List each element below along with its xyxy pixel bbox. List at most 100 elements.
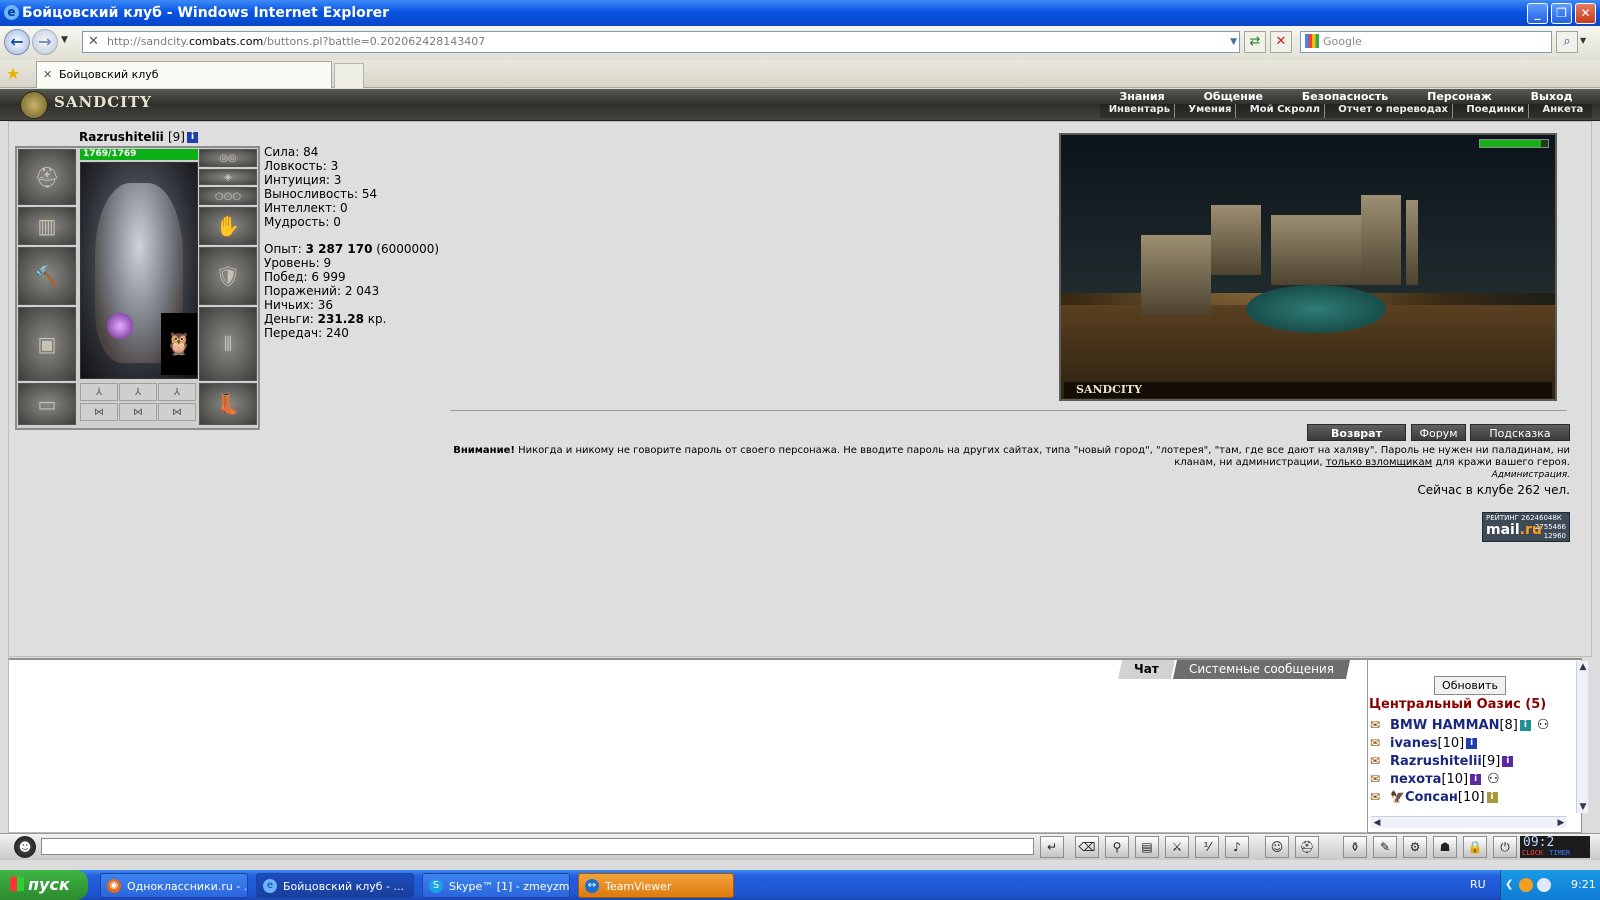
game-logo[interactable]: SANDCITY xyxy=(20,91,152,119)
tower-right[interactable] xyxy=(1361,195,1401,285)
users-horizontal-scrollbar[interactable]: ◀ ▶ xyxy=(1371,816,1567,828)
tab-chat[interactable]: Чат xyxy=(1117,660,1175,679)
pocket-slot-1-icon[interactable]: ⋈ xyxy=(80,403,118,421)
user-list-item[interactable]: ✉ BMW HAMMAN[8] i ⚇ xyxy=(1370,716,1549,734)
helmet-slot-icon[interactable]: ⛑ xyxy=(18,149,76,205)
url-dropdown-icon[interactable]: ▼ xyxy=(1230,32,1237,52)
smiley-icon[interactable]: ☺ xyxy=(1265,836,1289,858)
private-message-icon[interactable]: ✉ xyxy=(1370,770,1390,788)
leggings-slot-icon[interactable]: ⫴ xyxy=(199,307,257,381)
private-message-icon[interactable]: ✉ xyxy=(1370,734,1390,752)
hammer-weapon-slot-icon[interactable]: 🔨 xyxy=(18,247,76,305)
amulet-slot-icon[interactable]: ◈ xyxy=(199,169,257,185)
chat-input[interactable] xyxy=(41,838,1034,855)
gloves-slot-icon[interactable]: ✋ xyxy=(199,207,257,245)
submenu-skills[interactable]: Умения xyxy=(1184,104,1237,118)
add-friend-icon[interactable]: ⚇ xyxy=(1487,771,1500,787)
menu-knowledge[interactable]: Знания xyxy=(1119,90,1164,104)
back-button[interactable]: ← xyxy=(4,29,30,55)
hackers-link[interactable]: только взломщикам xyxy=(1326,457,1432,468)
scroll-right-icon[interactable]: ▶ xyxy=(1555,817,1567,829)
action-4-icon[interactable]: ☗ xyxy=(1433,836,1457,858)
info-icon[interactable]: i xyxy=(1502,756,1514,767)
clear-chat-icon[interactable]: ⌫ xyxy=(1075,836,1099,858)
pocket-slot-2-icon[interactable]: ⋈ xyxy=(119,403,157,421)
search-icon[interactable]: ⌕ xyxy=(1556,31,1578,53)
exit-icon[interactable]: ⏻ xyxy=(1493,836,1517,858)
taskbar-item-combats[interactable]: e Бойцовский клуб - ... xyxy=(256,873,414,898)
owl-pet-icon[interactable]: 🦉 xyxy=(161,313,197,375)
scroll-down-icon[interactable]: ▼ xyxy=(1577,801,1589,813)
sound-icon[interactable]: ♪ xyxy=(1225,836,1249,858)
stop-icon[interactable]: ✕ xyxy=(1270,31,1292,53)
menu-communication[interactable]: Общение xyxy=(1204,90,1263,104)
chat-mode-icon[interactable]: ☻ xyxy=(14,836,36,858)
scroll-up-icon[interactable]: ▲ xyxy=(1577,661,1589,673)
menu-exit[interactable]: Выход xyxy=(1531,90,1573,104)
add-friend-icon[interactable]: ⚇ xyxy=(1537,717,1550,733)
forward-button[interactable]: → xyxy=(32,29,58,55)
submenu-profile[interactable]: Анкета xyxy=(1539,104,1588,118)
user-name[interactable]: Сопсан xyxy=(1405,790,1458,805)
palace-center[interactable] xyxy=(1271,215,1361,285)
language-indicator[interactable]: RU xyxy=(1470,870,1486,900)
belt-slot-icon[interactable]: ▭ xyxy=(18,383,76,425)
character-name-text[interactable]: Razrushitelii xyxy=(79,130,164,144)
mailru-rating-counter[interactable]: РЕЙТИНГ 26246048К mail.ru 2755466 12960 xyxy=(1482,512,1570,542)
private-message-icon[interactable]: ✉ xyxy=(1370,752,1390,770)
taskbar-item-odnoklassniki[interactable]: ◉ Одноклассники.ru - ... xyxy=(100,873,248,898)
close-window-button[interactable]: ✕ xyxy=(1575,3,1596,24)
user-name[interactable]: пехота xyxy=(1390,772,1441,787)
user-name[interactable]: Razrushitelii xyxy=(1390,754,1482,769)
info-icon[interactable]: i xyxy=(1466,738,1478,749)
new-tab-button[interactable] xyxy=(334,63,364,88)
forum-button[interactable]: Форум xyxy=(1411,424,1466,441)
user-name[interactable]: BMW HAMMAN xyxy=(1390,718,1499,733)
submenu-battles[interactable]: Поединки xyxy=(1462,104,1530,118)
info-icon[interactable]: i xyxy=(1470,774,1482,785)
tab-game[interactable]: ✕ Бойцовский клуб xyxy=(36,61,332,88)
action-3-icon[interactable]: ⚙ xyxy=(1403,836,1427,858)
minaret[interactable] xyxy=(1406,200,1418,285)
shield-slot-icon[interactable]: 🛡 xyxy=(199,247,257,305)
translit-icon[interactable]: ⅟ xyxy=(1195,836,1219,858)
chat-messages[interactable] xyxy=(8,658,1373,833)
lock-icon[interactable]: 🔒 xyxy=(1463,836,1487,858)
search-options-icon[interactable]: ▼ xyxy=(1580,36,1586,45)
system-clock[interactable]: 9:21 xyxy=(1571,870,1596,900)
earrings-slot-icon[interactable]: ◎◎ xyxy=(199,149,257,167)
location-image[interactable]: SANDCITY xyxy=(1059,133,1557,401)
tab-system-messages[interactable]: Системные сообщения xyxy=(1172,660,1350,679)
tray-expand-icon[interactable]: ❮ xyxy=(1505,870,1513,900)
favorites-star-icon[interactable]: ★ xyxy=(6,64,20,83)
tray-skype-icon[interactable] xyxy=(1537,878,1551,892)
rune-slot-3-icon[interactable]: ⅄ xyxy=(158,383,196,401)
private-message-icon[interactable]: ✉ xyxy=(1370,716,1390,734)
taskbar-item-skype[interactable]: S Skype™ [1] - zmeyzm... xyxy=(422,873,570,898)
user-list-item[interactable]: ✉ ivanes[10] i xyxy=(1370,734,1478,752)
rings-slot-icon[interactable]: ○○○ xyxy=(199,187,257,205)
menu-character[interactable]: Персонаж xyxy=(1427,90,1492,104)
menu-security[interactable]: Безопасность xyxy=(1302,90,1388,104)
bracers-slot-icon[interactable]: ▥ xyxy=(18,207,76,245)
submenu-transfer-report[interactable]: Отчет о переводах xyxy=(1334,104,1453,118)
send-message-icon[interactable]: ↵ xyxy=(1040,836,1064,858)
helmet-icon[interactable]: ⛑ xyxy=(1295,836,1319,858)
submenu-my-scroll[interactable]: Мой Скролл xyxy=(1246,104,1325,118)
restore-button[interactable]: ❐ xyxy=(1551,3,1572,24)
user-list-item[interactable]: ✉ пехота[10] i ⚇ xyxy=(1370,770,1500,788)
refresh-users-button[interactable]: Обновить xyxy=(1434,676,1506,695)
hint-button[interactable]: Подсказка xyxy=(1470,424,1570,441)
taskbar-item-teamviewer[interactable]: ↔ TeamViewer xyxy=(578,873,734,898)
tray-app-icon[interactable] xyxy=(1519,878,1533,892)
armor-slot-icon[interactable]: ▣ xyxy=(18,307,76,381)
rune-slot-2-icon[interactable]: ⅄ xyxy=(119,383,157,401)
action-1-icon[interactable]: ⚱ xyxy=(1343,836,1367,858)
user-list-item[interactable]: ✉ 🦅Сопсан[10] i xyxy=(1370,788,1498,806)
character-avatar[interactable]: 🦉 xyxy=(80,162,198,379)
info-icon[interactable]: i xyxy=(1519,720,1531,731)
history-dropdown-icon[interactable]: ▼ xyxy=(61,35,68,45)
url-input[interactable]: ✕ http://sandcity.combats.com/buttons.pl… xyxy=(82,31,1240,53)
tower-left[interactable] xyxy=(1211,205,1261,275)
boots-slot-icon[interactable]: 👢 xyxy=(199,383,257,425)
